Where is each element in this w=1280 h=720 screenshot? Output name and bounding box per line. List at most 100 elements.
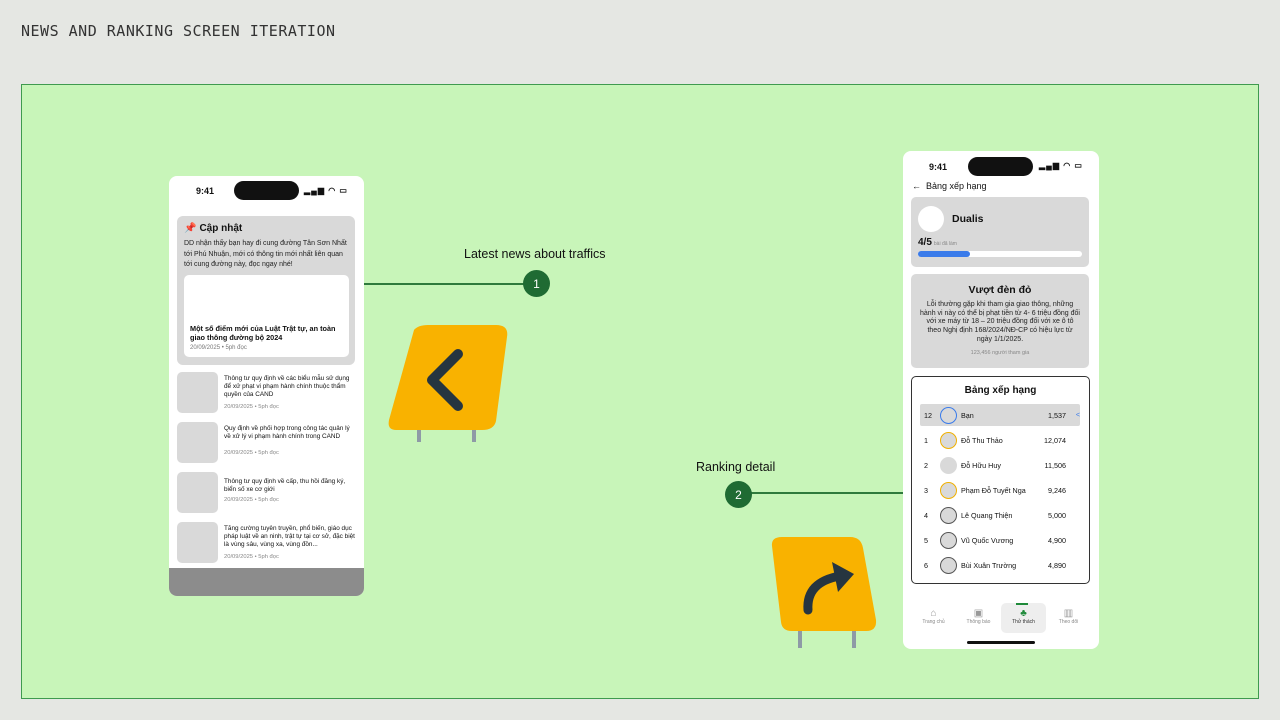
leaderboard-row: 5 Vũ Quốc Vương 4,900 — [920, 529, 1080, 551]
leaderboard-row: 6 Bùi Xuân Trường 4,890 — [920, 554, 1080, 576]
progress-bar — [918, 251, 1082, 257]
player-name: Phạm Đỗ Tuyết Nga — [961, 485, 1026, 495]
leaderboard: Bảng xếp hạng 12 Bạn 1,537 < 1 Đỗ Thu Th… — [911, 376, 1090, 584]
player-score: 4,890 — [1048, 560, 1066, 570]
article-title: Tăng cường tuyên truyền, phổ biến, giáo … — [224, 525, 355, 548]
building-icon: ▥ — [1063, 608, 1074, 619]
annotation-badge-1: 1 — [523, 270, 550, 297]
rank: 4 — [924, 510, 928, 520]
rank: 3 — [924, 485, 928, 495]
list-item[interactable]: Thông tư quy định về cấp, thu hồi đăng k… — [177, 472, 357, 522]
screen-title: Bảng xếp hạng — [926, 181, 987, 191]
score-value: 4/5 — [918, 237, 932, 248]
rank: 2 — [924, 460, 928, 470]
pin-icon: 📌 — [184, 223, 197, 234]
article-thumbnail — [177, 422, 218, 463]
status-time: 9:41 — [929, 162, 948, 172]
dynamic-island — [968, 157, 1033, 176]
player-name: Bạn — [961, 410, 974, 420]
player-name: Vũ Quốc Vương — [961, 535, 1014, 545]
leaderboard-row: 2 Đỗ Hữu Huy 11,506 — [920, 454, 1080, 476]
article-thumbnail — [177, 372, 218, 413]
tab-notifications[interactable]: ▣ Thông báo — [956, 603, 1001, 633]
challenge-description: Lỗi thường gặp khi tham gia giao thông, … — [920, 301, 1080, 343]
back-button[interactable]: ← Bảng xếp hạng — [912, 181, 987, 191]
avatar — [940, 481, 957, 499]
challenge-participants: 123,456 người tham gia — [970, 349, 1030, 356]
player-score: 12,074 — [1044, 435, 1066, 445]
annotation-label-1: Latest news about traffics — [464, 247, 606, 261]
challenge-title: Vượt đèn đỏ — [968, 284, 1032, 296]
avatar — [940, 456, 957, 474]
article-title: Thông tư quy định về cấp, thu hồi đăng k… — [224, 478, 346, 493]
featured-article[interactable]: Một số điểm mới của Luật Trật tự, an toà… — [184, 275, 349, 357]
tab-label: Thông báo — [966, 619, 991, 625]
avatar — [918, 206, 944, 232]
player-score: 11,506 — [1044, 460, 1066, 470]
player-score: 5,000 — [1048, 510, 1066, 520]
tab-label: Theo dõi — [1058, 619, 1079, 625]
player-name: Lê Quang Thiện — [961, 510, 1013, 520]
article-title: Quy định về phối hợp trong công tác quản… — [224, 425, 350, 440]
tab-label: Thử thách — [1012, 619, 1035, 625]
news-screen: 9:41 ▂▄▆ ◠ ▭ 📌 Cập nhật DD nhận thấy bạn… — [169, 176, 364, 596]
rank: 6 — [924, 560, 928, 570]
share-icon[interactable]: < — [1066, 412, 1080, 419]
score-caption: bài đã làm — [933, 241, 957, 247]
article-meta: 20/09/2025 • 5ph đọc — [224, 497, 279, 503]
tab-following[interactable]: ▥ Theo dõi — [1046, 603, 1091, 633]
status-icons: ▂▄▆ ◠ ▭ — [1039, 161, 1083, 170]
status-bar: 9:41 ▂▄▆ ◠ ▭ — [169, 176, 364, 206]
featured-article-title: Một số điểm mới của Luật Trật tự, an toà… — [190, 324, 336, 342]
annotation-badge-2: 2 — [725, 481, 752, 508]
featured-article-meta: 20/09/2025 • 5ph đọc — [190, 345, 247, 351]
avatar — [940, 556, 957, 574]
status-time: 9:41 — [196, 186, 215, 196]
tab-home[interactable]: ⌂ Trang chủ — [911, 603, 956, 633]
bottom-overlay — [169, 568, 364, 596]
list-item[interactable]: Quy định về phối hợp trong công tác quản… — [177, 422, 357, 472]
list-item[interactable]: Tăng cường tuyên truyền, phổ biến, giáo … — [177, 522, 357, 572]
leaderboard-title: Bảng xếp hạng — [964, 385, 1037, 396]
ranking-screen: 9:41 ▂▄▆ ◠ ▭ ← Bảng xếp hạng Dualis 4/5 b… — [903, 151, 1099, 649]
tab-label: Trang chủ — [922, 619, 945, 625]
news-hero-heading: Cập nhật — [199, 223, 243, 234]
leaderboard-row: 3 Phạm Đỗ Tuyết Nga 9,246 — [920, 479, 1080, 501]
player-name: Đỗ Thu Thảo — [961, 435, 1003, 445]
rank: 12 — [924, 410, 932, 420]
avatar — [940, 431, 957, 449]
article-thumbnail — [177, 522, 218, 563]
news-hero-description: DD nhận thấy bạn hay đi cung đường Tân S… — [184, 240, 347, 268]
news-hero-card[interactable]: 📌 Cập nhật DD nhận thấy bạn hay đi cung … — [177, 216, 355, 365]
tab-challenge[interactable]: ♣ Thử thách — [1001, 603, 1046, 633]
turn-right-sign-icon — [771, 537, 877, 648]
player-score: 1,537 — [1048, 410, 1066, 420]
tab-bar: ⌂ Trang chủ ▣ Thông báo ♣ Thử thách ▥ Th… — [911, 603, 1091, 633]
rank: 5 — [924, 535, 928, 545]
article-meta: 20/09/2025 • 5ph đọc — [224, 404, 279, 410]
home-icon: ⌂ — [930, 608, 937, 619]
player-score: 4,900 — [1048, 535, 1066, 545]
challenge-card[interactable]: Vượt đèn đỏ Lỗi thường gặp khi tham gia … — [911, 274, 1089, 368]
status-icons: ▂▄▆ ◠ ▭ — [304, 186, 348, 195]
article-thumbnail — [177, 472, 218, 513]
leaderboard-row: 4 Lê Quang Thiện 5,000 — [920, 504, 1080, 526]
page-title: NEWS AND RANKING SCREEN ITERATION — [21, 22, 336, 40]
article-title: Thông tư quy định về các biểu mẫu sử dụn… — [224, 375, 350, 398]
home-indicator — [967, 641, 1035, 644]
progress-fill — [918, 251, 971, 257]
avatar — [940, 406, 957, 424]
player-score: 9,246 — [1048, 485, 1066, 495]
challenge-icon: ♣ — [1020, 608, 1027, 619]
status-bar: 9:41 ▂▄▆ ◠ ▭ — [903, 151, 1099, 181]
annotation-line-1 — [364, 283, 524, 285]
news-list: Thông tư quy định về các biểu mẫu sử dụn… — [177, 372, 357, 572]
leaderboard-row-me[interactable]: 12 Bạn 1,537 < — [920, 404, 1080, 426]
player-name: Bùi Xuân Trường — [961, 560, 1017, 570]
list-item[interactable]: Thông tư quy định về các biểu mẫu sử dụn… — [177, 372, 357, 422]
profile-score: 4/5 bài đã làm — [918, 237, 957, 248]
annotation-line-2 — [750, 492, 912, 494]
annotation-label-2: Ranking detail — [696, 460, 776, 474]
notification-icon: ▣ — [973, 608, 984, 619]
leaderboard-row: 1 Đỗ Thu Thảo 12,074 — [920, 429, 1080, 451]
